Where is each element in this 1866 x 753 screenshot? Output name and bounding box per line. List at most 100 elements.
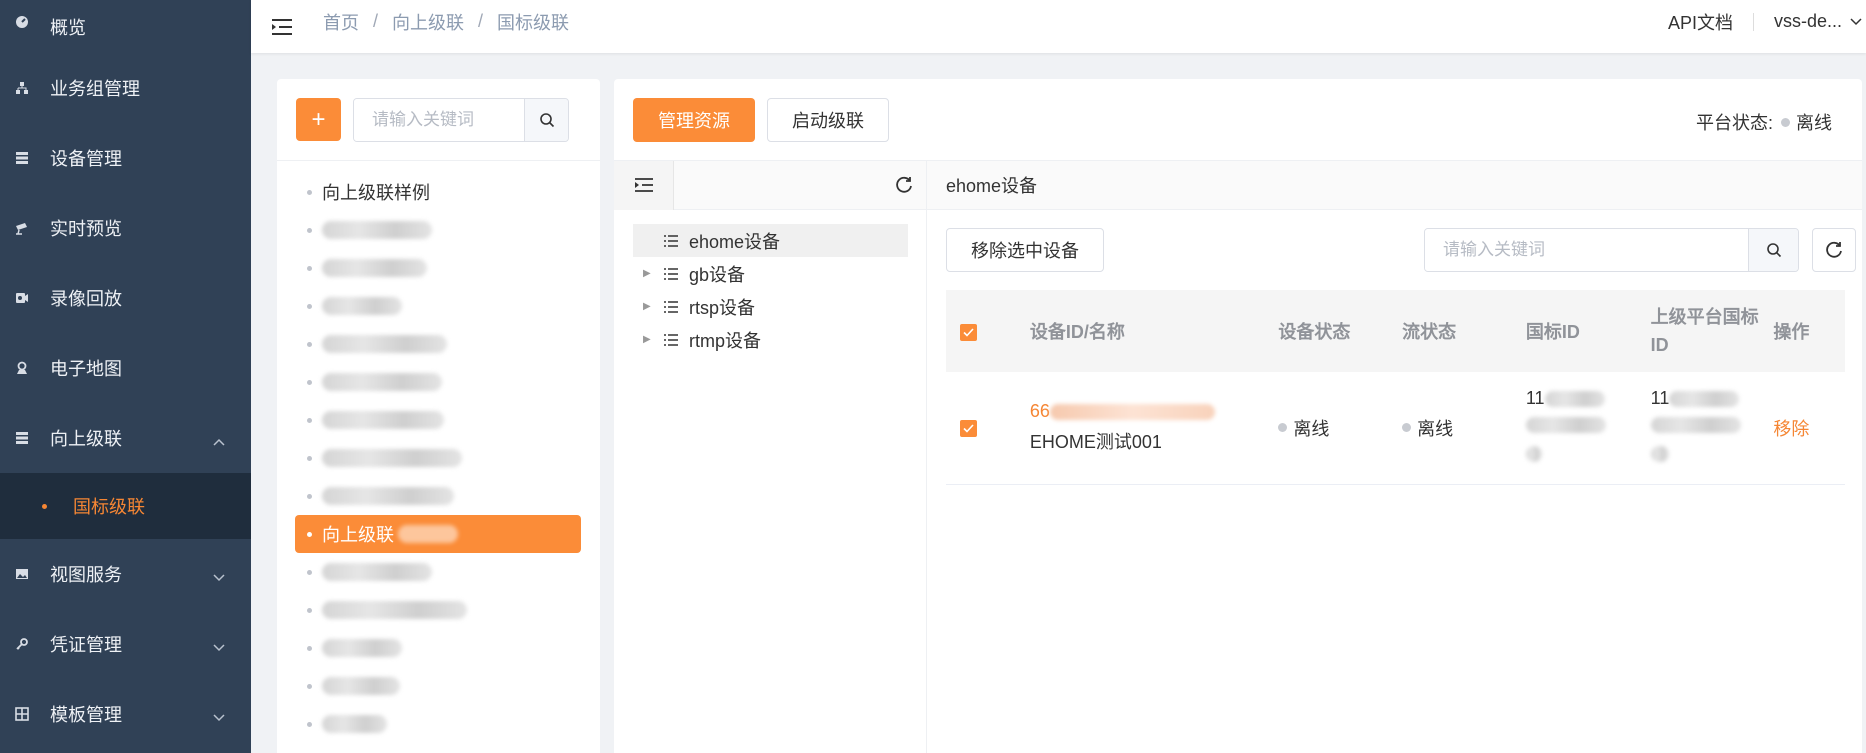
bullet [307,645,312,651]
nav-credential[interactable]: 凭证管理 [0,609,251,679]
device-search [1424,228,1799,272]
cascade-tree: 向上级联样例 向上级联 [277,161,600,743]
list-item[interactable] [277,401,600,439]
list-item[interactable] [277,591,600,629]
row-checkbox[interactable] [960,420,977,438]
nav-label: 实时预览 [50,219,122,239]
bullet [307,455,312,461]
menu-collapse-icon[interactable] [271,17,293,37]
list-item[interactable] [277,249,600,287]
list-item[interactable] [277,705,600,743]
image-icon [14,566,30,582]
action-cell: 移除 [1773,372,1845,485]
remove-selected-button[interactable]: 移除选中设备 [946,228,1104,272]
tree-node-label: ehome设备 [689,231,781,252]
nav-overview[interactable]: 概览 [0,0,251,53]
list-item[interactable]: 向上级联样例 [277,173,600,211]
nav-upward-cascade[interactable]: 向上级联 [0,403,251,473]
bullet [307,341,312,347]
nav-sub-label: 国标级联 [73,497,145,517]
tree-node-gb[interactable]: ▶ gb设备 [633,257,908,290]
caret-right-icon[interactable]: ▶ [643,334,657,345]
col-device-id: 设备ID/名称 [1029,290,1279,372]
list-item[interactable] [277,211,600,249]
bullet [307,721,312,727]
start-cascade-button[interactable]: 启动级联 [767,97,889,142]
manage-resources-button[interactable]: 管理资源 [633,97,755,142]
api-doc-link[interactable]: API文档 [1668,9,1733,35]
remove-link[interactable]: 移除 [1773,419,1809,439]
breadcrumb-separator: / [478,11,484,31]
col-device-status: 设备状态 [1278,290,1403,372]
user-menu[interactable]: vss-de... [1774,11,1842,32]
list-item[interactable] [277,667,600,705]
nav-live-preview[interactable]: 实时预览 [0,193,251,263]
chevron-down-icon[interactable] [1850,17,1862,26]
list-item[interactable] [277,553,600,591]
col-stream-status: 流状态 [1402,290,1526,372]
search-icon[interactable] [1748,229,1798,271]
top-right-actions: API文档 vss-de... [1668,0,1866,43]
device-name: EHOME测试001 [1029,432,1162,453]
nav-playback[interactable]: 录像回放 [0,263,251,333]
platform-status-label: 平台状态: [1695,113,1773,133]
status-dot [1781,117,1790,127]
search-icon[interactable] [524,98,568,141]
camera-icon [14,220,30,236]
redacted-text [322,601,467,619]
cascade-search [353,97,569,142]
cascade-item-label: 向上级联 [322,525,394,545]
row-checkbox-cell [946,372,1030,485]
list-item[interactable] [277,477,600,515]
breadcrumb-cascade[interactable]: 向上级联 [392,9,464,35]
nav-sub-gb-cascade[interactable]: 国标级联 [0,473,251,539]
nav-template[interactable]: 模板管理 [0,679,251,749]
redacted-text [1525,446,1542,463]
nav-e-map[interactable]: 电子地图 [0,333,251,403]
redacted-text [398,525,458,543]
nav-label: 凭证管理 [50,635,122,655]
breadcrumb-home[interactable]: 首页 [323,9,359,35]
table-toolbar: 移除选中设备 [927,210,1862,290]
refresh-icon[interactable] [1812,228,1856,272]
gb-id-cell: 11 [1525,372,1651,485]
select-all-checkbox[interactable] [960,323,977,341]
tree-node-label: rtsp设备 [689,297,756,318]
list-item-active[interactable]: 向上级联 [295,515,581,553]
redacted-text [322,563,432,581]
nav-label: 电子地图 [50,359,122,379]
nav-view-service[interactable]: 视图服务 [0,539,251,609]
device-table-pane: ehome设备 移除选中设备 设备ID/名称 设备状态 流状态 国标I [927,161,1862,753]
nav-business-group[interactable]: 业务组管理 [0,53,251,123]
list-item[interactable] [277,363,600,401]
map-pin-icon [14,360,30,376]
stream-status-value: 离线 [1417,418,1454,439]
add-cascade-button[interactable]: + [296,98,341,141]
grid-icon [14,706,30,722]
tree-node-rtmp[interactable]: ▶ rtmp设备 [633,323,908,356]
cascade-list-panel: + 向上级联样例 向上级联 [277,79,600,753]
cascade-search-input[interactable] [354,98,524,141]
bullet [307,379,312,385]
nav-label: 设备管理 [50,149,122,169]
tree-node-rtsp[interactable]: ▶ rtsp设备 [633,290,908,323]
list-icon [14,430,30,446]
nav-device-management[interactable]: 设备管理 [0,123,251,193]
indent-icon[interactable] [614,160,674,210]
redacted-text [322,715,387,733]
resource-toolbar: 管理资源 启动级联 平台状态: 离线 [614,79,1862,161]
device-type-tree-pane: ehome设备 ▶ gb设备 ▶ rtsp设备 ▶ rtmp设备 [614,160,927,753]
tree-node-ehome[interactable]: ehome设备 [633,224,908,257]
list-item[interactable] [277,325,600,363]
list-item[interactable] [277,287,600,325]
list-item[interactable] [277,629,600,667]
caret-right-icon[interactable]: ▶ [643,301,657,312]
breadcrumb-separator: / [373,11,379,31]
device-search-input[interactable] [1425,229,1748,271]
status-dot [1402,423,1412,433]
list-item[interactable] [277,439,600,477]
caret-right-icon[interactable]: ▶ [643,268,657,279]
device-id-link[interactable]: 66 [1030,401,1050,422]
refresh-icon[interactable] [894,175,914,200]
bullet [307,417,312,423]
